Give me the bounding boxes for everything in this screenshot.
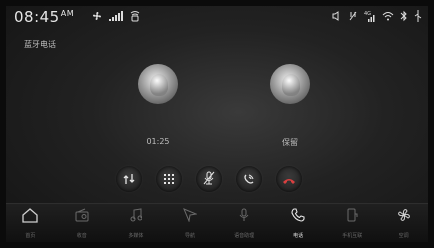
svg-text:4G: 4G <box>364 11 371 17</box>
contact-name-redacted <box>230 112 350 120</box>
bluetooth-icon <box>400 10 408 22</box>
nav-phone[interactable]: 电话 <box>271 204 325 242</box>
fan-icon <box>91 10 103 22</box>
contact-name-redacted <box>98 112 218 120</box>
swap-calls-button[interactable] <box>116 166 142 192</box>
volume-icon <box>332 11 342 21</box>
hang-up-icon <box>282 170 296 189</box>
swap-calls-icon <box>122 170 136 189</box>
nav-label-climate: 空调 <box>398 233 409 239</box>
bottom-navigation: 首页 收音 多媒体 导航 语音助理 电话 手机互联 空调 <box>6 203 428 242</box>
phone-screen: 08:45AM 4G 蓝牙电话 01:25 保留 首页 收音 多媒体 导航 语音… <box>6 6 428 242</box>
nav-label-media: 多媒体 <box>128 233 144 239</box>
nav-home[interactable]: 首页 <box>6 204 55 242</box>
clock: 08:45AM <box>14 8 74 26</box>
climate-icon <box>395 207 413 227</box>
phone-icon <box>291 207 305 226</box>
held-call-card[interactable]: 保留 <box>230 64 350 148</box>
nav-climate[interactable]: 空调 <box>379 204 428 242</box>
4g-signal-icon: 4G <box>364 10 376 22</box>
voice-assistant-icon <box>238 207 250 226</box>
contact-number-redacted <box>230 123 350 131</box>
active-call-card[interactable]: 01:25 <box>98 64 218 146</box>
nav-phone-link[interactable]: 手机互联 <box>325 204 379 242</box>
contact-number-redacted <box>98 123 218 131</box>
nav-radio[interactable]: 收音 <box>55 204 109 242</box>
usb-icon <box>414 10 422 22</box>
keypad-icon <box>163 170 175 189</box>
radio-icon <box>75 207 89 226</box>
nav-label-phone-link: 手机互联 <box>342 233 363 239</box>
status-left-icons <box>91 10 141 22</box>
nav-voice-assistant[interactable]: 语音助理 <box>217 204 271 242</box>
earpiece-button[interactable] <box>236 166 262 192</box>
mute-mic-button[interactable] <box>196 166 222 192</box>
status-bar: 08:45AM 4G <box>6 6 428 28</box>
avatar <box>138 64 178 104</box>
avatar <box>270 64 310 104</box>
hang-up-button[interactable] <box>276 166 302 192</box>
wifi-icon <box>382 11 394 21</box>
nav-label-navigation: 导航 <box>184 233 195 239</box>
call-timer: 01:25 <box>146 137 170 146</box>
signal-icon <box>109 11 123 21</box>
earpiece-icon <box>243 170 255 189</box>
navigation-icon <box>183 207 198 226</box>
call-controls <box>116 166 302 192</box>
music-icon <box>130 207 143 226</box>
mute-mic-icon <box>203 170 215 189</box>
clock-time: 08:45 <box>14 8 60 26</box>
mute-icon <box>348 11 358 21</box>
nav-label-voice-assistant: 语音助理 <box>234 233 255 239</box>
status-right-icons: 4G <box>332 10 422 22</box>
nav-label-home: 首页 <box>25 233 36 239</box>
home-icon <box>21 207 39 227</box>
page-title: 蓝牙电话 <box>24 40 56 49</box>
keypad-button[interactable] <box>156 166 182 192</box>
clock-ampm: AM <box>60 9 75 18</box>
wireless-charging-icon <box>129 10 141 22</box>
call-hold-status: 保留 <box>282 138 298 147</box>
phone-link-icon <box>346 207 358 226</box>
nav-label-phone: 电话 <box>293 233 304 239</box>
nav-navigation[interactable]: 导航 <box>163 204 217 242</box>
nav-media[interactable]: 多媒体 <box>109 204 163 242</box>
nav-label-radio: 收音 <box>76 233 87 239</box>
